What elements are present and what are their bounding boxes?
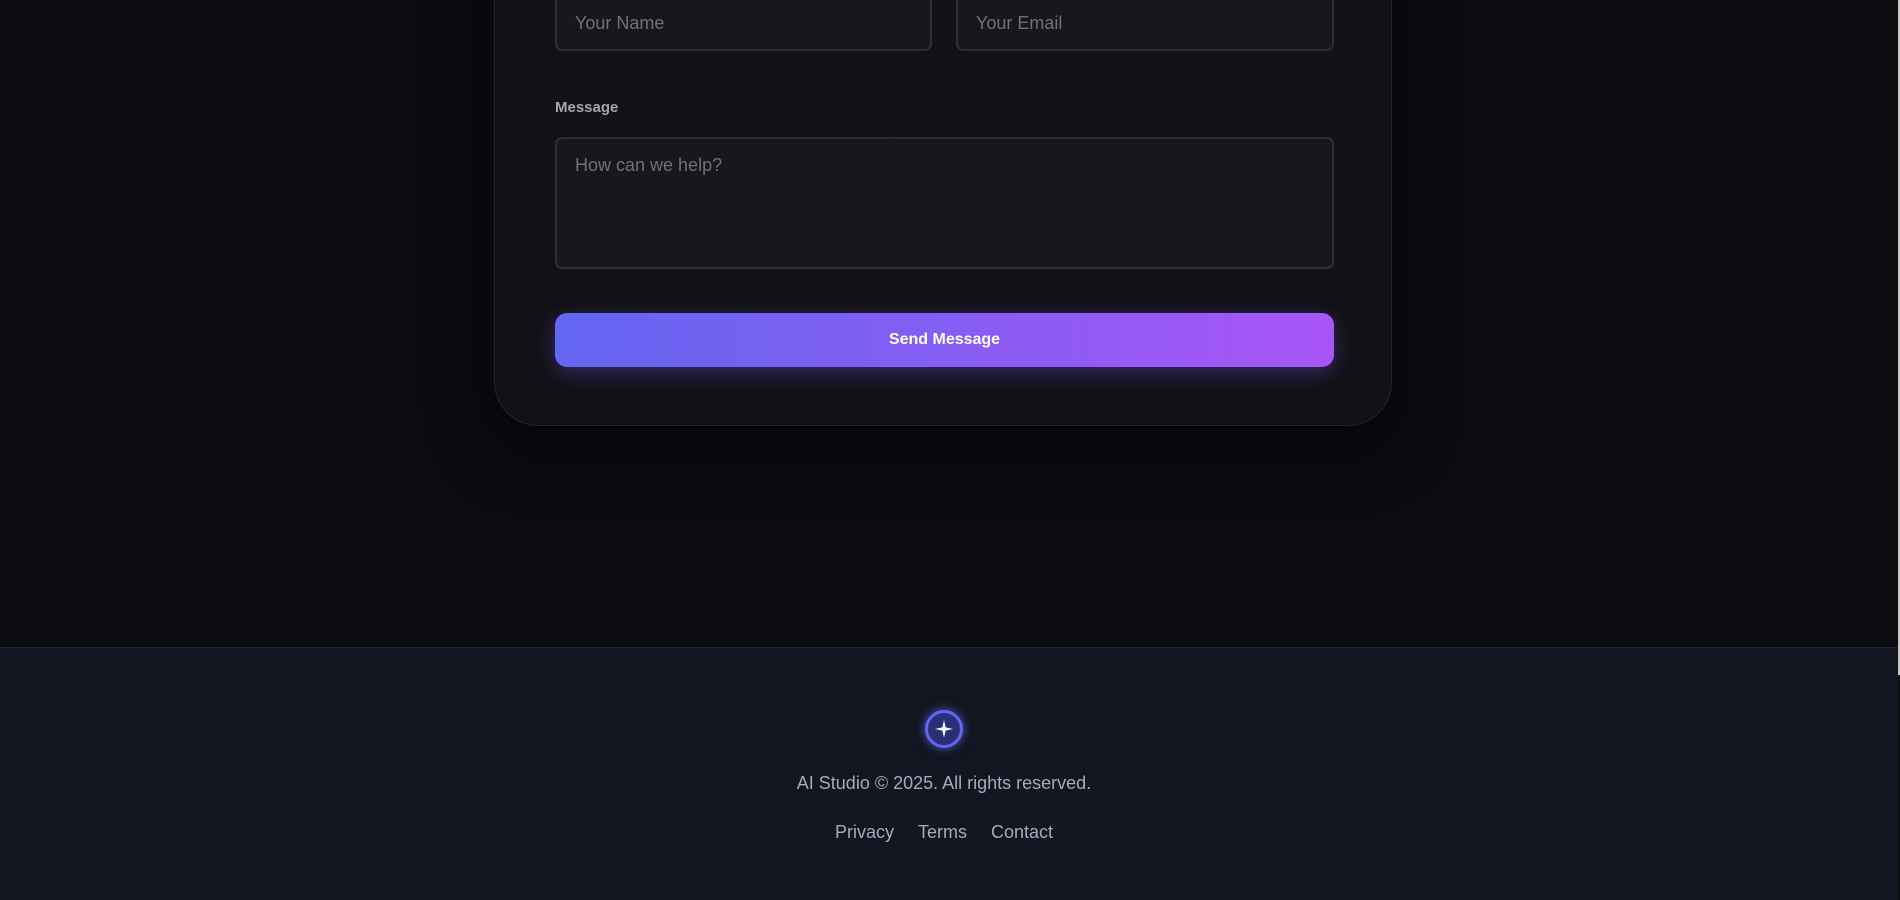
footer-links: Privacy Terms Contact <box>0 822 1888 843</box>
contact-section: Your Name Your Email Message How can we … <box>0 0 1898 647</box>
message-textarea-placeholder: How can we help? <box>575 155 723 175</box>
message-label: Message <box>555 99 619 116</box>
message-textarea[interactable]: How can we help? <box>555 137 1334 269</box>
footer-link-privacy[interactable]: Privacy <box>835 822 894 843</box>
name-input[interactable]: Your Name <box>555 0 932 51</box>
footer-link-terms[interactable]: Terms <box>918 822 967 843</box>
sparkle-icon <box>925 710 963 748</box>
footer-link-contact[interactable]: Contact <box>991 822 1053 843</box>
contact-form-card: Your Name Your Email Message How can we … <box>494 0 1392 426</box>
name-input-placeholder: Your Name <box>575 13 665 33</box>
page: Your Name Your Email Message How can we … <box>0 0 1900 900</box>
site-footer: AI Studio © 2025. All rights reserved. P… <box>0 647 1898 900</box>
send-message-button[interactable]: Send Message <box>555 313 1334 367</box>
email-input-placeholder: Your Email <box>976 13 1063 33</box>
footer-copyright: AI Studio © 2025. All rights reserved. <box>796 773 1092 793</box>
email-input[interactable]: Your Email <box>956 0 1334 51</box>
